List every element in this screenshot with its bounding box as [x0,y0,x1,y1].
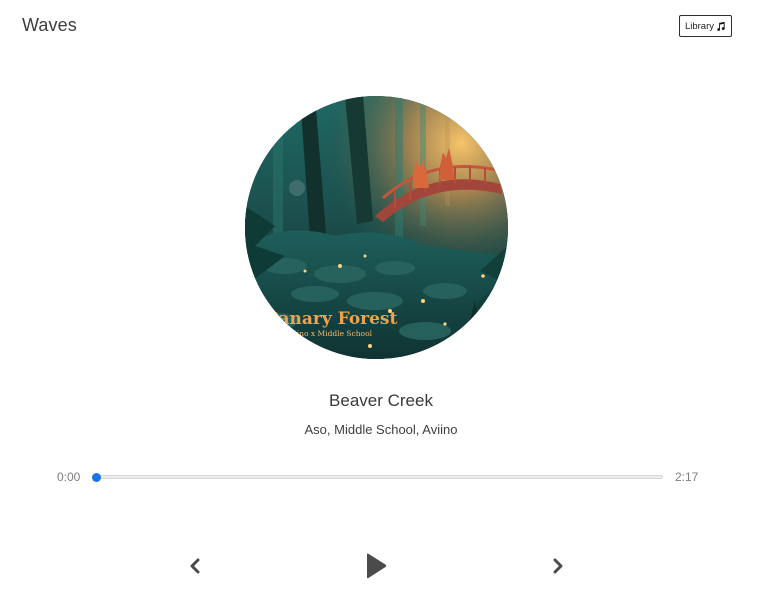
album-art-title: Canary Forest [265,309,397,329]
track-title: Beaver Creek [329,391,433,410]
app-title: Waves [22,15,77,35]
progress-track [94,475,663,479]
previous-button[interactable] [186,557,204,577]
music-player-app: Waves Library Canary Forest Aviino x Mid… [0,0,762,600]
play-icon [365,553,387,582]
chevron-right-icon [552,558,564,577]
music-note-icon [715,21,726,32]
next-button[interactable] [549,557,567,577]
progress-slider[interactable] [92,473,663,482]
album-art: Canary Forest Aviino x Middle School [245,96,508,359]
current-time: 0:00 [57,470,81,484]
track-artists: Aso, Middle School, Aviino [304,422,458,437]
play-button[interactable] [362,553,390,581]
chevron-left-icon [189,558,201,577]
header: Waves Library [0,0,762,54]
library-button[interactable]: Library [678,15,732,37]
progress-knob[interactable] [92,473,101,482]
library-button-label: Library [684,20,714,32]
album-art-subtitle: Aviino x Middle School [284,329,373,338]
total-time: 2:17 [675,470,699,484]
